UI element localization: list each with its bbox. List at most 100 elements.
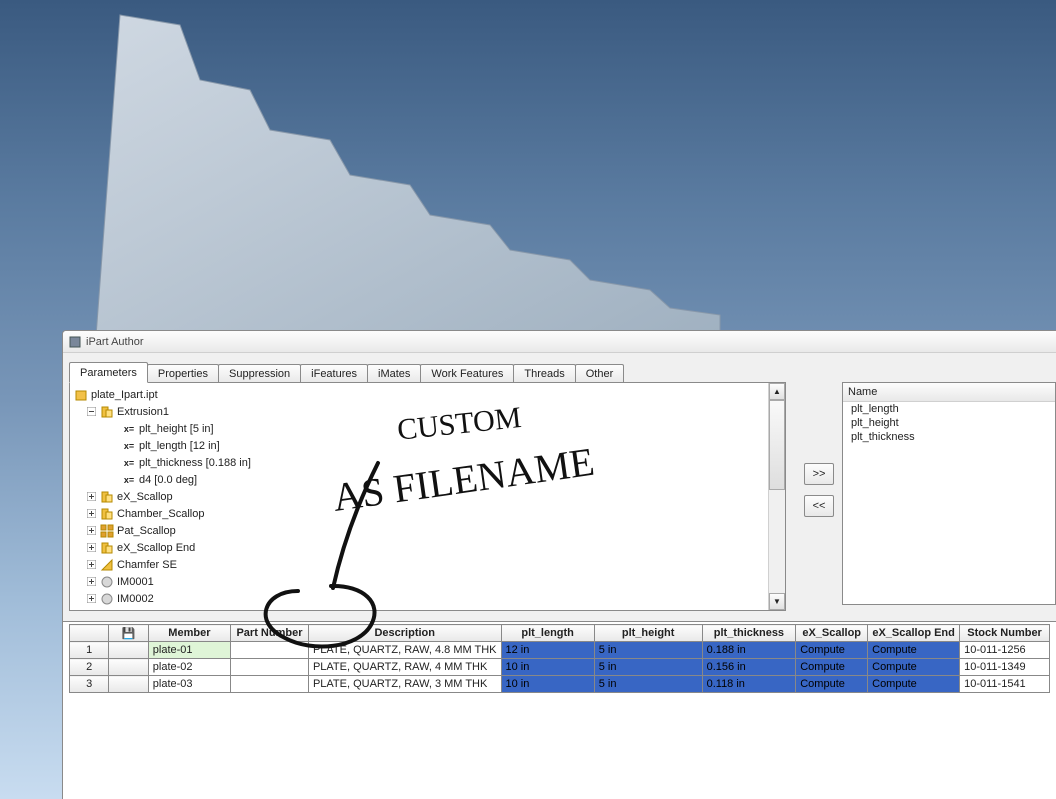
param-icon: x= bbox=[122, 473, 136, 487]
feature-icon bbox=[100, 541, 114, 555]
feature-tree[interactable]: plate_Ipart.ipt Extrusion1 x=plt_height … bbox=[70, 383, 768, 610]
expander-icon[interactable] bbox=[86, 542, 97, 553]
tree-param-label: d4 [0.0 deg] bbox=[139, 472, 197, 488]
table-cell[interactable] bbox=[231, 642, 309, 659]
table-cell[interactable] bbox=[231, 659, 309, 676]
expander-icon[interactable] bbox=[86, 406, 97, 417]
table-header[interactable]: Stock Number bbox=[960, 625, 1050, 642]
tree-feature-label: Chamfer SE bbox=[117, 557, 177, 573]
save-icon: 💾 bbox=[122, 628, 136, 640]
table-header[interactable]: Description bbox=[308, 625, 501, 642]
table-cell[interactable]: plate-02 bbox=[148, 659, 230, 676]
tab-imates[interactable]: iMates bbox=[367, 364, 421, 383]
table-cell[interactable] bbox=[231, 676, 309, 693]
add-column-button[interactable]: >> bbox=[804, 463, 834, 485]
table-cell[interactable] bbox=[109, 659, 148, 676]
table-header[interactable] bbox=[70, 625, 109, 642]
table-cell[interactable]: 10-011-1541 bbox=[960, 676, 1050, 693]
selected-columns-panel: Name plt_lengthplt_heightplt_thickness bbox=[842, 382, 1056, 605]
table-cell[interactable]: 12 in bbox=[501, 642, 594, 659]
table-cell[interactable]: Compute bbox=[868, 676, 960, 693]
table-cell[interactable]: Compute bbox=[796, 642, 868, 659]
table-cell[interactable]: PLATE, QUARTZ, RAW, 4.8 MM THK bbox=[308, 642, 501, 659]
member-table[interactable]: 💾MemberPart NumberDescriptionplt_lengthp… bbox=[69, 624, 1050, 693]
table-cell[interactable]: 10 in bbox=[501, 676, 594, 693]
table-header[interactable]: 💾 bbox=[109, 625, 148, 642]
table-cell[interactable]: 5 in bbox=[594, 642, 702, 659]
feature-icon bbox=[100, 524, 114, 538]
expander-icon[interactable] bbox=[86, 576, 97, 587]
table-cell[interactable]: plate-01 bbox=[148, 642, 230, 659]
feature-icon bbox=[100, 575, 114, 589]
tab-ifeatures[interactable]: iFeatures bbox=[300, 364, 368, 383]
feature-icon bbox=[100, 592, 114, 606]
expander-icon[interactable] bbox=[86, 491, 97, 502]
table-cell[interactable]: 1 bbox=[70, 642, 109, 659]
tree-root-label: plate_Ipart.ipt bbox=[91, 387, 158, 403]
table-cell[interactable]: 10 in bbox=[501, 659, 594, 676]
scroll-up-button[interactable]: ▲ bbox=[769, 383, 785, 400]
window-title: iPart Author bbox=[86, 336, 143, 348]
titlebar: iPart Author bbox=[63, 331, 1056, 353]
name-list-item[interactable]: plt_length bbox=[843, 402, 1055, 416]
tree-extrusion-label: Extrusion1 bbox=[117, 404, 169, 420]
table-cell[interactable]: 2 bbox=[70, 659, 109, 676]
name-list-item[interactable]: plt_height bbox=[843, 416, 1055, 430]
expander-icon[interactable] bbox=[86, 508, 97, 519]
table-cell[interactable] bbox=[109, 676, 148, 693]
tab-strip: Parameters Properties Suppression iFeatu… bbox=[69, 359, 786, 382]
tree-param-label: plt_height [5 in] bbox=[139, 421, 214, 437]
scroll-down-button[interactable]: ▼ bbox=[769, 593, 785, 610]
table-header[interactable]: Part Number bbox=[231, 625, 309, 642]
tab-threads[interactable]: Threads bbox=[513, 364, 575, 383]
table-cell[interactable]: 0.188 in bbox=[702, 642, 796, 659]
tree-scrollbar[interactable]: ▲ ▼ bbox=[768, 383, 785, 610]
tab-properties[interactable]: Properties bbox=[147, 364, 219, 383]
table-header[interactable]: plt_thickness bbox=[702, 625, 796, 642]
table-header[interactable]: Member bbox=[148, 625, 230, 642]
expander-icon[interactable] bbox=[86, 559, 97, 570]
table-cell[interactable]: PLATE, QUARTZ, RAW, 3 MM THK bbox=[308, 676, 501, 693]
table-cell[interactable]: 0.156 in bbox=[702, 659, 796, 676]
table-cell[interactable]: plate-03 bbox=[148, 676, 230, 693]
table-row[interactable]: 2 plate-02 PLATE, QUARTZ, RAW, 4 MM THK10 … bbox=[70, 659, 1050, 676]
table-cell[interactable]: 3 bbox=[70, 676, 109, 693]
table-cell[interactable] bbox=[109, 642, 148, 659]
table-cell[interactable]: 5 in bbox=[594, 659, 702, 676]
table-cell[interactable]: Compute bbox=[796, 659, 868, 676]
name-header: Name bbox=[843, 383, 1055, 402]
table-header[interactable]: eX_Scallop bbox=[796, 625, 868, 642]
param-icon: x= bbox=[122, 439, 136, 453]
table-cell[interactable]: 10-011-1256 bbox=[960, 642, 1050, 659]
member-table-panel: 💾MemberPart NumberDescriptionplt_lengthp… bbox=[63, 621, 1056, 799]
table-cell[interactable]: PLATE, QUARTZ, RAW, 4 MM THK bbox=[308, 659, 501, 676]
table-cell[interactable]: Compute bbox=[796, 676, 868, 693]
ipart-author-window: iPart Author Parameters Properties Suppr… bbox=[62, 330, 1056, 799]
tree-feature-label: Chamber_Scallop bbox=[117, 506, 204, 522]
tab-work-features[interactable]: Work Features bbox=[420, 364, 514, 383]
tree-feature-label: IM0001 bbox=[117, 574, 154, 590]
table-cell[interactable]: 0.118 in bbox=[702, 676, 796, 693]
table-header[interactable]: plt_height bbox=[594, 625, 702, 642]
tree-feature-label: eX_Scallop bbox=[117, 489, 173, 505]
param-icon: x= bbox=[122, 422, 136, 436]
table-header[interactable]: plt_length bbox=[501, 625, 594, 642]
tab-suppression[interactable]: Suppression bbox=[218, 364, 301, 383]
feature-icon bbox=[100, 490, 114, 504]
table-cell[interactable]: 10-011-1349 bbox=[960, 659, 1050, 676]
table-row[interactable]: 1plate-01PLATE, QUARTZ, RAW, 4.8 MM THK1… bbox=[70, 642, 1050, 659]
tree-feature-label: IM0002 bbox=[117, 591, 154, 607]
table-row[interactable]: 3 plate-03 PLATE, QUARTZ, RAW, 3 MM THK10 … bbox=[70, 676, 1050, 693]
scroll-thumb[interactable] bbox=[769, 400, 785, 490]
name-list-item[interactable]: plt_thickness bbox=[843, 430, 1055, 444]
tab-parameters[interactable]: Parameters bbox=[69, 362, 148, 383]
table-header[interactable]: eX_Scallop End bbox=[868, 625, 960, 642]
remove-column-button[interactable]: << bbox=[804, 495, 834, 517]
table-cell[interactable]: Compute bbox=[868, 659, 960, 676]
table-cell[interactable]: Compute bbox=[868, 642, 960, 659]
expander-icon[interactable] bbox=[86, 593, 97, 604]
part-icon bbox=[74, 388, 88, 402]
table-cell[interactable]: 5 in bbox=[594, 676, 702, 693]
expander-icon[interactable] bbox=[86, 525, 97, 536]
tab-other[interactable]: Other bbox=[575, 364, 625, 383]
